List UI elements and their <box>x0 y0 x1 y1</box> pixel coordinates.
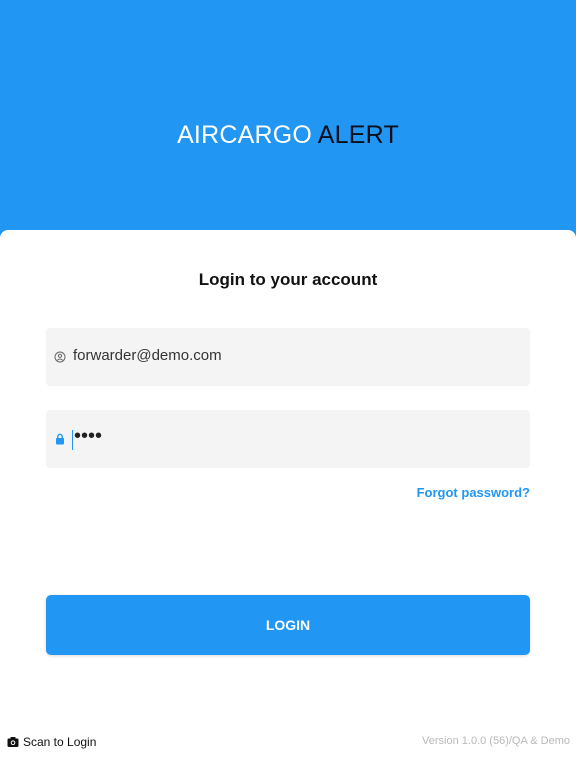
scan-label: Scan to Login <box>23 735 97 749</box>
email-value: forwarder@demo.com <box>73 347 222 364</box>
page-title: Login to your account <box>198 270 378 289</box>
lock-icon <box>54 432 66 445</box>
header-banner: AIRCARGO ALERT <box>0 0 576 240</box>
login-card: Login to your account forwarder@demo.com… <box>0 230 576 768</box>
app-logo: AIRCARGO ALERT <box>0 121 576 150</box>
camera-icon <box>7 736 19 748</box>
password-value: •••• <box>74 425 103 447</box>
forgot-password-link[interactable]: Forgot password? <box>417 485 530 500</box>
email-field[interactable]: forwarder@demo.com <box>46 328 530 386</box>
brand-part-1: AIRCARGO <box>177 121 313 149</box>
password-field[interactable]: •••• <box>46 410 530 468</box>
login-button[interactable]: LOGIN <box>46 595 530 655</box>
text-caret <box>72 430 73 450</box>
user-circle-icon <box>54 350 66 363</box>
version-text: Version 1.0.0 (56)/QA & Demo <box>422 735 570 747</box>
brand-part-2: ALERT <box>317 121 399 149</box>
scan-to-login-button[interactable]: Scan to Login <box>7 735 96 749</box>
